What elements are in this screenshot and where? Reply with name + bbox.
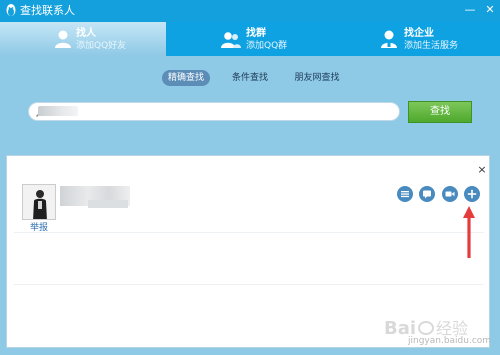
tab-sublabel: 添加生活服务	[404, 41, 459, 51]
search-input[interactable]	[51, 104, 381, 119]
tab-sublabel: 添加QQ好友	[76, 41, 127, 51]
tab-label: 找群	[246, 28, 266, 39]
avatar[interactable]	[22, 184, 56, 220]
tab-bar: 找人 添加QQ好友 找群 添加QQ群 找企业 添加生活服务	[0, 22, 500, 56]
tab-find-enterprise[interactable]: 找企业 添加生活服务	[332, 22, 498, 56]
video-call-button[interactable]	[442, 186, 458, 202]
subtab-conditional-search[interactable]: 条件查找	[226, 70, 274, 86]
tab-find-person[interactable]: 找人 添加QQ好友	[0, 22, 166, 56]
minimize-button[interactable]: —	[462, 2, 478, 18]
tab-find-group[interactable]: 找群 添加QQ群	[166, 22, 332, 56]
row-divider	[14, 232, 484, 233]
group-icon	[221, 32, 241, 48]
enterprise-icon	[381, 30, 397, 48]
window-title: 查找联系人	[20, 4, 75, 17]
subtab-friend-network-search[interactable]: 朋友网查找	[290, 70, 344, 86]
search-box	[28, 102, 400, 121]
tab-label: 找企业	[404, 28, 434, 39]
baidu-jingyan-watermark: Bai 经验	[384, 318, 468, 339]
chat-icon	[423, 190, 431, 199]
video-icon	[445, 191, 455, 197]
tab-label: 找人	[76, 28, 96, 39]
title-bar: 查找联系人 — ✕	[0, 0, 500, 22]
annotation-arrow-icon	[463, 206, 475, 258]
qq-penguin-icon	[6, 4, 16, 16]
close-window-button[interactable]: ✕	[482, 2, 498, 18]
tab-sublabel: 添加QQ群	[246, 41, 288, 51]
person-icon	[55, 30, 71, 48]
profile-icon	[401, 191, 409, 198]
redacted-details	[88, 200, 128, 208]
search-button[interactable]: 查找	[408, 101, 472, 123]
view-profile-button[interactable]	[397, 186, 413, 202]
send-message-button[interactable]	[419, 186, 435, 202]
redacted-query	[38, 106, 78, 116]
find-contacts-window: 查找联系人 — ✕ 找人 添加QQ好友 找群 添加QQ群 找企业 添加生活服务 …	[0, 0, 500, 355]
avatar-photo	[23, 185, 55, 219]
close-results-button[interactable]: ×	[476, 164, 488, 176]
add-icon	[467, 189, 477, 199]
watermark-text: jingyan.baidu.com	[408, 336, 492, 346]
row-divider	[14, 284, 484, 285]
add-friend-button[interactable]	[464, 186, 480, 202]
subtab-exact-search[interactable]: 精确查找	[162, 70, 210, 86]
